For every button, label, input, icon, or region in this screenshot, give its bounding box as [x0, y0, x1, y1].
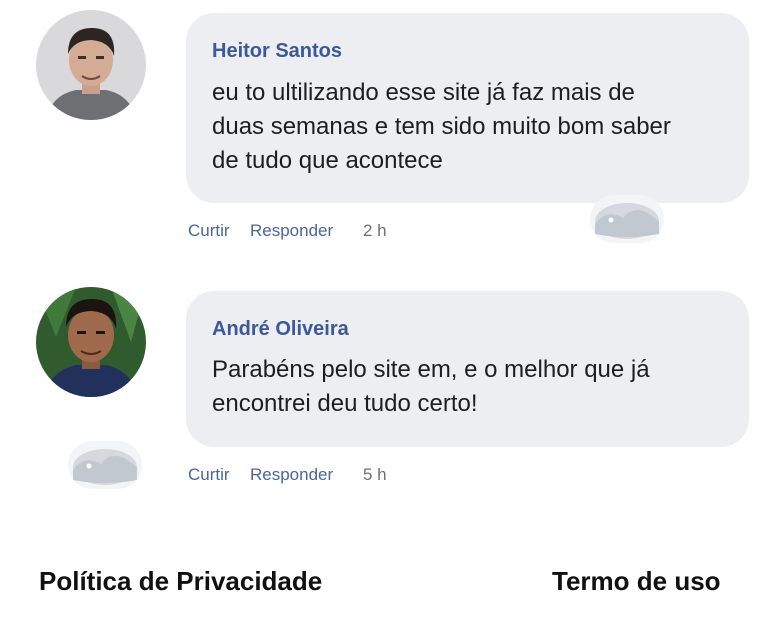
- comment-author[interactable]: André Oliveira: [212, 318, 349, 341]
- reply-button[interactable]: Responder: [250, 465, 333, 485]
- avatar-andre[interactable]: [36, 287, 146, 397]
- avatar-heitor[interactable]: [36, 10, 146, 120]
- like-button[interactable]: Curtir: [188, 465, 230, 485]
- like-button[interactable]: Curtir: [188, 221, 230, 241]
- reply-button[interactable]: Responder: [250, 221, 333, 241]
- avatar-photo-icon: [36, 287, 146, 397]
- comment-time: 5 h: [363, 465, 387, 484]
- comment-text: Parabéns pelo site em, e o melhor que já…: [212, 356, 650, 417]
- comment-author[interactable]: Heitor Santos: [212, 40, 342, 63]
- reaction-icon[interactable]: [589, 194, 665, 244]
- privacy-policy-link[interactable]: Política de Privacidade: [39, 566, 322, 597]
- comment-text: eu to ultilizando esse site já faz mais …: [212, 79, 671, 174]
- avatar-photo-icon: [36, 10, 146, 120]
- comment-time: 2 h: [363, 221, 387, 240]
- reaction-icon[interactable]: [67, 440, 143, 490]
- terms-of-use-link[interactable]: Termo de uso: [552, 566, 721, 597]
